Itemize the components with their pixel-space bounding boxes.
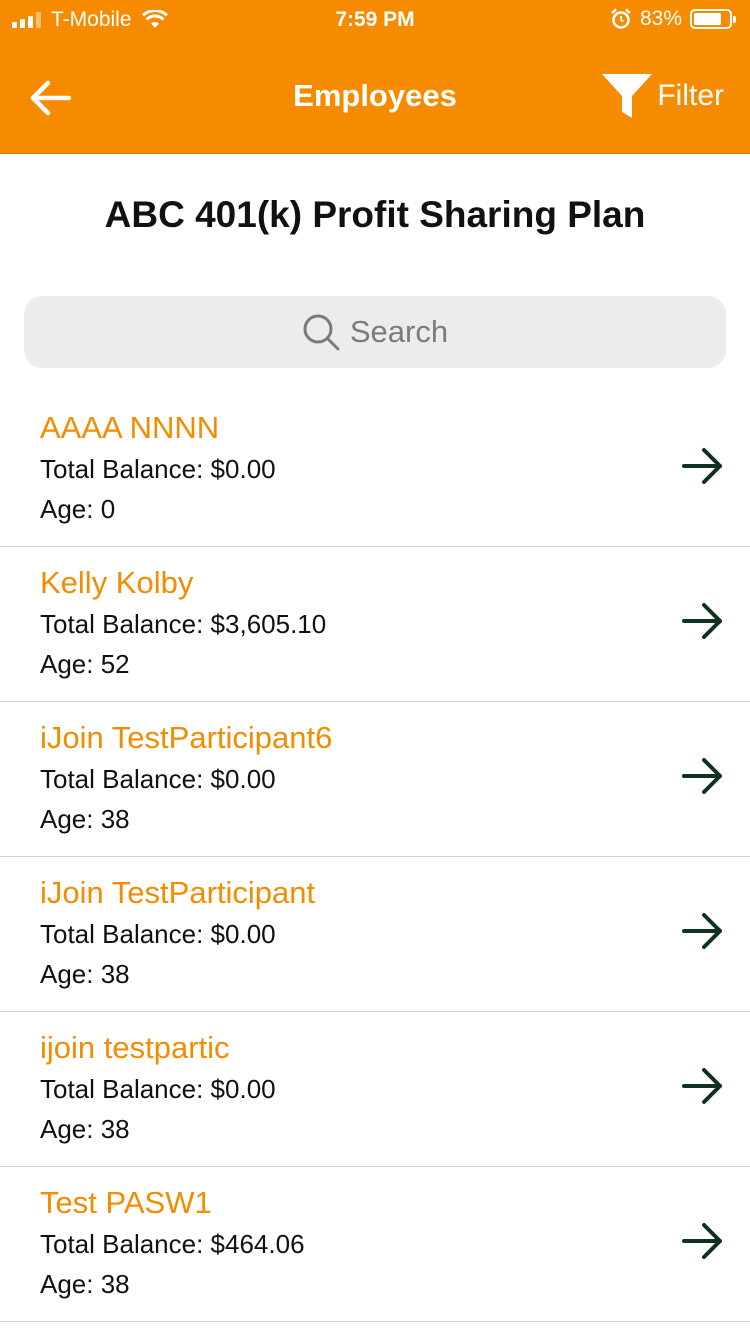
battery-icon <box>690 9 736 29</box>
employee-row[interactable]: Test PASW1 Total Balance: $464.06 Age: 3… <box>0 1167 750 1322</box>
arrow-right-icon[interactable] <box>682 1066 724 1106</box>
employee-age: Age: 52 <box>40 649 130 679</box>
status-bar: T-Mobile 7:59 PM 83% <box>0 0 750 40</box>
employee-row[interactable]: ijoin testpartic Total Balance: $0.00 Ag… <box>0 1012 750 1167</box>
employee-balance: Total Balance: $3,605.10 <box>40 609 327 639</box>
employee-row[interactable]: AAAA NNNN Total Balance: $0.00 Age: 0 <box>0 392 750 547</box>
employee-age: Age: 38 <box>40 804 130 834</box>
filter-icon <box>602 74 653 118</box>
employee-row[interactable]: iJoin TestParticipant6 Total Balance: $0… <box>0 702 750 857</box>
top-bar: T-Mobile 7:59 PM 83% Employees Filter <box>0 0 750 154</box>
plan-title: ABC 401(k) Profit Sharing Plan <box>104 194 646 235</box>
employee-name: AAAA NNNN <box>40 410 220 445</box>
alarm-icon <box>611 8 631 29</box>
battery-percent: 83% <box>639 7 682 30</box>
status-right: 83% <box>610 7 736 31</box>
employee-balance: Total Balance: $0.00 <box>40 919 276 949</box>
employee-row[interactable]: iJoin TestParticipant Total Balance: $0.… <box>0 857 750 1012</box>
employee-balance: Total Balance: $0.00 <box>40 764 276 794</box>
arrow-right-icon[interactable] <box>682 601 724 641</box>
filter-label: Filter <box>657 79 724 112</box>
employee-age: Age: 38 <box>40 959 130 989</box>
employee-row[interactable]: Kelly Kolby Total Balance: $3,605.10 Age… <box>0 547 750 702</box>
search-input[interactable]: Search <box>24 296 726 368</box>
employee-balance: Total Balance: $0.00 <box>40 454 276 484</box>
employee-name: Test PASW1 <box>40 1185 212 1220</box>
arrow-right-icon[interactable] <box>682 446 724 486</box>
employee-name: iJoin TestParticipant6 <box>40 720 333 755</box>
employee-name: ijoin testpartic <box>40 1030 230 1065</box>
employee-age: Age: 0 <box>40 494 116 524</box>
employee-name: Kelly Kolby <box>40 565 194 600</box>
employee-balance: Total Balance: $464.06 <box>40 1229 305 1259</box>
search-icon <box>303 314 340 351</box>
employee-name: iJoin TestParticipant <box>40 875 316 910</box>
employee-balance: Total Balance: $0.00 <box>40 1074 276 1104</box>
employee-age: Age: 38 <box>40 1114 130 1144</box>
arrow-right-icon[interactable] <box>682 756 724 796</box>
employee-age: Age: 38 <box>40 1269 130 1299</box>
arrow-right-icon[interactable] <box>682 1221 724 1261</box>
search-placeholder: Search <box>349 314 449 349</box>
employee-list: AAAA NNNN Total Balance: $0.00 Age: 0 Ke… <box>0 392 750 1322</box>
arrow-right-icon[interactable] <box>682 911 724 951</box>
filter-button[interactable]: Filter <box>601 72 724 120</box>
